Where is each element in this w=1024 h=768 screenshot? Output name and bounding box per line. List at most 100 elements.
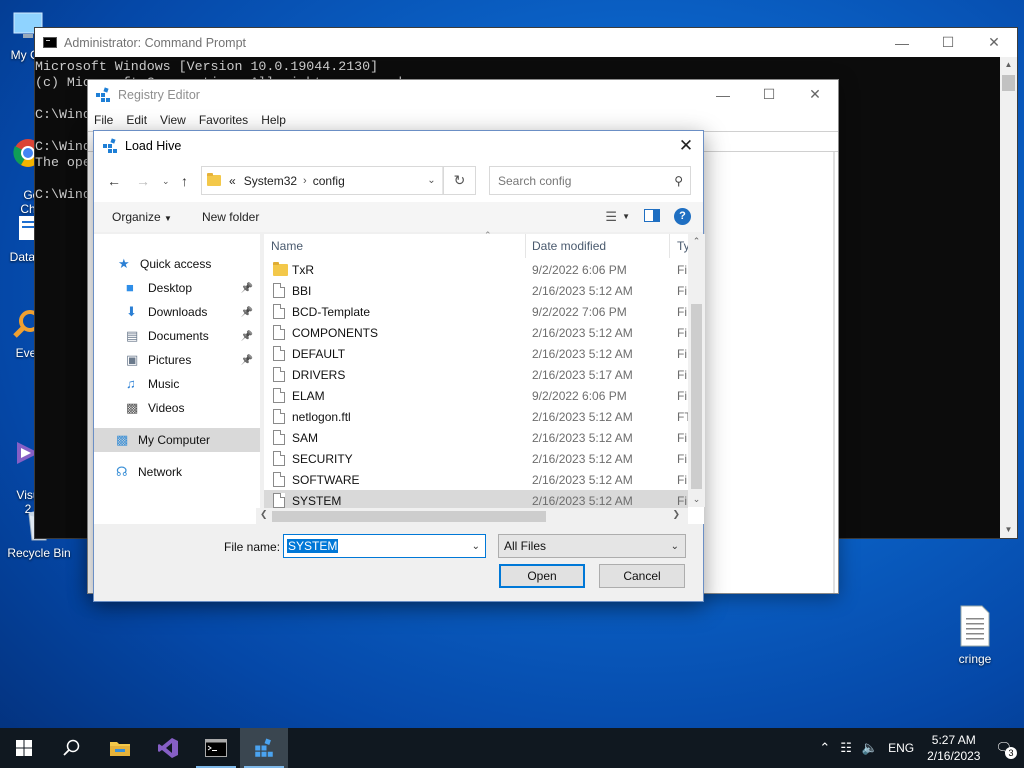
column-divider[interactable] (669, 234, 670, 258)
nav-item-network[interactable]: ☊ Network (94, 460, 260, 484)
desktop-icon-cringe[interactable]: cringe (937, 604, 1013, 666)
scroll-left-arrow-icon[interactable]: ❮ (260, 509, 268, 520)
file-name-input[interactable]: SYSTEM ⌄ (283, 534, 486, 558)
file-type-value: All Files (504, 539, 547, 553)
view-options-icon[interactable]: ☰ (605, 209, 617, 225)
scroll-thumb[interactable] (272, 511, 546, 522)
close-button[interactable]: ✕ (792, 80, 838, 109)
file-date: 2/16/2023 5:12 AM (532, 410, 633, 424)
nav-item-pictures[interactable]: ▣ Pictures 📌 (94, 348, 260, 372)
file-row[interactable]: SOFTWARE 2/16/2023 5:12 AM Fi (264, 469, 688, 490)
maximize-button[interactable]: ☐ (925, 28, 971, 57)
file-row[interactable]: SAM 2/16/2023 5:12 AM Fi (264, 427, 688, 448)
file-date: 2/16/2023 5:12 AM (532, 326, 633, 340)
minimize-button[interactable]: — (879, 28, 925, 57)
taskbar-command-prompt[interactable] (192, 728, 240, 768)
command-prompt-icon (205, 739, 227, 757)
close-button[interactable]: ✕ (669, 136, 703, 156)
address-bar[interactable]: « System32 › config ⌄ (201, 166, 444, 195)
open-button[interactable]: Open (499, 564, 585, 588)
horizontal-scrollbar[interactable]: ❮ ❯ (256, 508, 688, 525)
menu-bar: File Edit View Favorites Help (88, 109, 838, 131)
chevron-down-icon[interactable]: ⌄ (472, 541, 480, 552)
language-indicator[interactable]: ENG (888, 741, 914, 755)
nav-item-music[interactable]: ♫ Music (94, 372, 260, 396)
close-button[interactable]: ✕ (971, 28, 1017, 57)
clock-time: 5:27 AM (931, 733, 976, 747)
clock[interactable]: 5:27 AM 2/16/2023 (927, 732, 980, 764)
file-row[interactable]: BCD-Template 9/2/2022 7:06 PM Fi (264, 301, 688, 322)
file-date: 2/16/2023 5:17 AM (532, 368, 633, 382)
breadcrumb-config[interactable]: config (313, 174, 345, 188)
file-icon (273, 325, 285, 340)
title-bar[interactable]: Administrator: Command Prompt — ☐ ✕ (35, 28, 1017, 57)
minimize-button[interactable]: — (700, 80, 746, 109)
menu-edit[interactable]: Edit (126, 113, 147, 127)
taskbar-registry-editor[interactable] (240, 728, 288, 768)
file-row[interactable]: TxR 9/2/2022 6:06 PM Fi (264, 259, 688, 280)
help-icon[interactable]: ? (674, 208, 691, 225)
nav-item-my-computer[interactable]: ▩ My Computer (94, 428, 260, 452)
scroll-thumb[interactable] (1002, 75, 1015, 91)
nav-item-label: Quick access (140, 257, 212, 271)
scroll-down-arrow-icon[interactable]: ⌄ (688, 494, 705, 505)
forward-arrow-icon[interactable]: → (136, 173, 150, 189)
scroll-right-arrow-icon[interactable]: ❯ (672, 509, 680, 520)
new-folder-button[interactable]: New folder (202, 210, 259, 224)
breadcrumb-overflow[interactable]: « (229, 174, 236, 188)
column-header-date[interactable]: Date modified (532, 234, 662, 258)
show-hidden-icons-chevron-icon[interactable]: ⌃ (819, 740, 830, 756)
title-bar[interactable]: Load Hive ✕ (94, 131, 703, 160)
file-row[interactable]: netlogon.ftl 2/16/2023 5:12 AM FT (264, 406, 692, 427)
breadcrumb-system32[interactable]: System32 (244, 174, 297, 188)
search-button[interactable] (48, 728, 96, 768)
file-type-select[interactable]: All Files ⌄ (498, 534, 686, 558)
notification-center-icon[interactable]: 🗨 3 (995, 740, 1017, 759)
taskbar-visual-studio[interactable] (144, 728, 192, 768)
file-row[interactable]: DEFAULT 2/16/2023 5:12 AM Fi (264, 343, 688, 364)
nav-item-desktop[interactable]: ■ Desktop 📌 (94, 276, 260, 300)
network-icon[interactable]: ☷ (840, 740, 852, 756)
preview-pane-icon[interactable] (644, 208, 660, 225)
menu-favorites[interactable]: Favorites (199, 113, 248, 127)
menu-file[interactable]: File (94, 113, 113, 127)
load-hive-dialog[interactable]: Load Hive ✕ ← → ⌄ ↑ « System32 › config … (93, 130, 705, 602)
cancel-button[interactable]: Cancel (599, 564, 685, 588)
file-row[interactable]: DRIVERS 2/16/2023 5:17 AM Fi (264, 364, 688, 385)
column-divider[interactable] (525, 234, 526, 258)
taskbar-file-explorer[interactable] (96, 728, 144, 768)
chevron-down-icon[interactable]: ⌄ (421, 167, 443, 194)
back-arrow-icon[interactable]: ← (107, 173, 121, 189)
start-button[interactable] (0, 728, 48, 768)
pane-splitter[interactable] (833, 152, 835, 593)
volume-icon[interactable]: 🔈 (862, 740, 878, 756)
clock-date: 2/16/2023 (927, 749, 981, 763)
nav-item-documents[interactable]: ▤ Documents 📌 (94, 324, 260, 348)
nav-item-quick-access[interactable]: ★ Quick access (94, 252, 260, 276)
file-type: Fi (677, 368, 687, 382)
nav-item-videos[interactable]: ▩ Videos (94, 396, 260, 420)
menu-help[interactable]: Help (261, 113, 286, 127)
organize-button[interactable]: Organize ▼ (112, 210, 172, 224)
scroll-thumb[interactable] (691, 304, 702, 489)
scroll-up-arrow-icon[interactable]: ▲ (1000, 57, 1017, 73)
file-date: 9/2/2022 6:06 PM (532, 389, 627, 403)
refresh-button[interactable]: ↻ (444, 166, 476, 195)
file-row[interactable]: BBI 2/16/2023 5:12 AM Fi (264, 280, 688, 301)
vertical-scrollbar[interactable]: ▲ ▼ (1000, 57, 1017, 538)
menu-view[interactable]: View (160, 113, 186, 127)
title-bar[interactable]: Registry Editor — ☐ ✕ (88, 80, 838, 109)
maximize-button[interactable]: ☐ (746, 80, 792, 109)
up-arrow-icon[interactable]: ↑ (181, 173, 188, 189)
scroll-up-arrow-icon[interactable]: ⌃ (688, 236, 705, 247)
file-row[interactable]: ELAM 9/2/2022 6:06 PM Fi (264, 385, 688, 406)
vertical-scrollbar[interactable]: ⌃ ⌄ (688, 234, 705, 507)
scroll-down-arrow-icon[interactable]: ▼ (1000, 522, 1017, 538)
caret-down-icon[interactable]: ▼ (622, 212, 630, 221)
recent-locations-chevron-icon[interactable]: ⌄ (162, 176, 170, 187)
file-row[interactable]: COMPONENTS 2/16/2023 5:12 AM Fi (264, 322, 688, 343)
nav-item-downloads[interactable]: ⬇ Downloads 📌 (94, 300, 260, 324)
file-name: SYSTEM (292, 494, 342, 508)
file-row[interactable]: SECURITY 2/16/2023 5:12 AM Fi (264, 448, 688, 469)
search-input[interactable]: Search config ⚲ (489, 166, 691, 195)
